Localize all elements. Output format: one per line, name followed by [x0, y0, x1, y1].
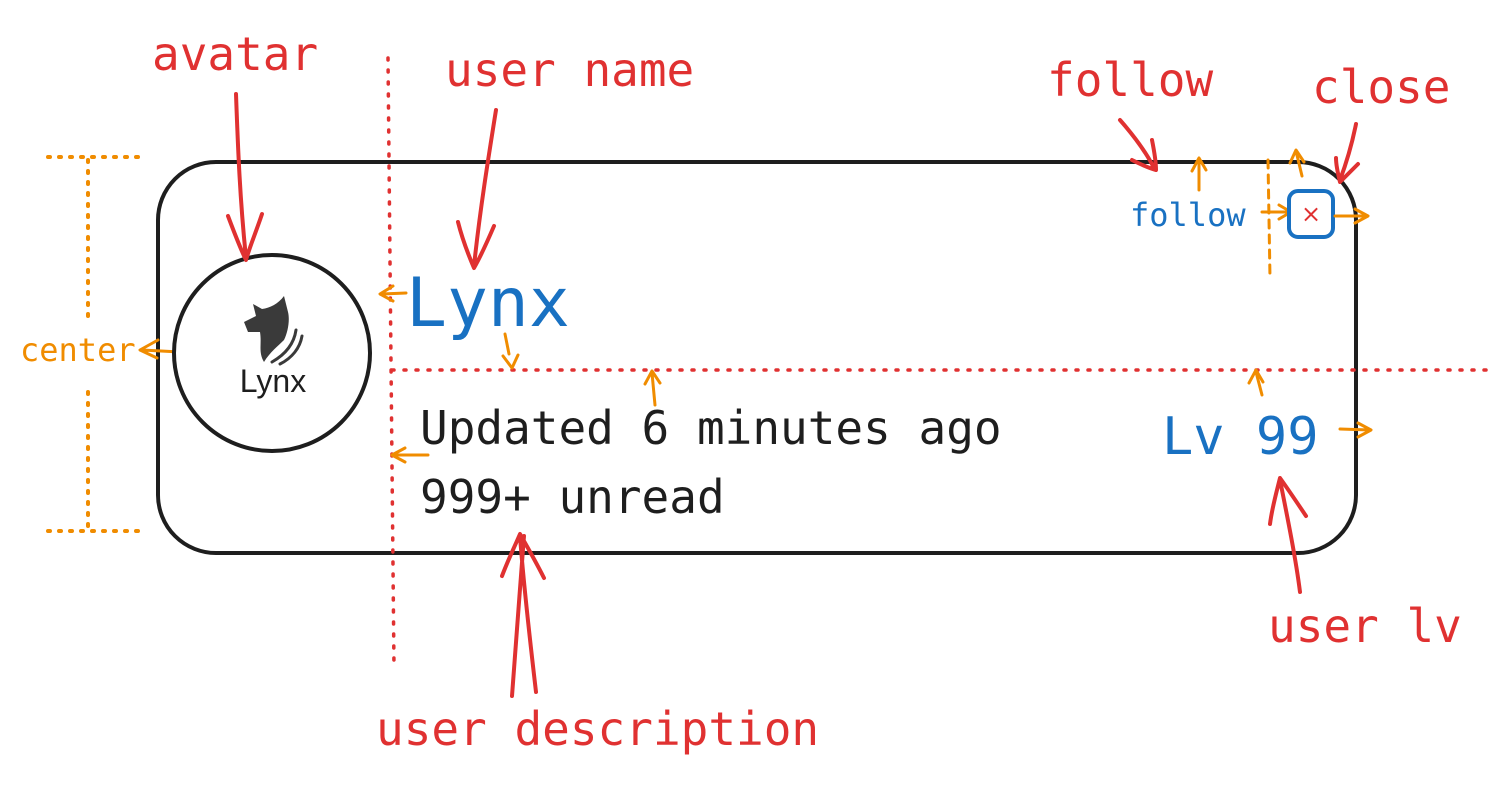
user-name-annotation: user name — [445, 43, 694, 97]
avatar — [172, 253, 372, 453]
follow-button[interactable]: follow — [1130, 196, 1246, 234]
user-lv-annotation: user lv — [1268, 599, 1462, 653]
avatar-annotation: avatar — [152, 27, 318, 81]
user-description-annotation: user description — [376, 702, 819, 756]
description-line-1: Updated 6 minutes ago — [420, 401, 1002, 455]
follow-annotation: follow — [1047, 53, 1213, 107]
user-name: Lynx — [406, 264, 570, 343]
close-icon: × — [1301, 200, 1321, 228]
card-layout-diagram: center Lynx Lynx Updated 6 minutes ago 9… — [20, 27, 1496, 756]
description-line-2: 999+ unread — [420, 470, 725, 524]
close-annotation: close — [1312, 60, 1450, 114]
close-annotation-arrow — [1334, 122, 1360, 184]
avatar-logo-text: Lynx — [240, 363, 306, 399]
user-description-annotation-arrow — [500, 532, 546, 698]
center-label: center — [20, 331, 136, 369]
user-level: Lv 99 — [1162, 407, 1319, 467]
